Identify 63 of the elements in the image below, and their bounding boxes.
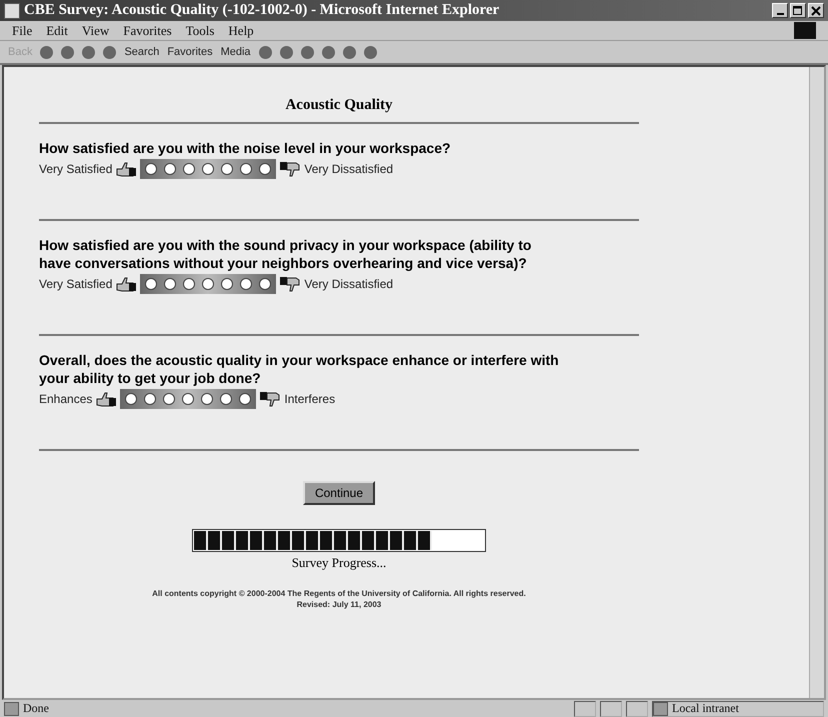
radio-button[interactable] xyxy=(220,393,232,405)
maximize-icon xyxy=(793,6,803,16)
radio-button[interactable] xyxy=(145,278,158,290)
radio-button[interactable] xyxy=(145,163,158,175)
toolbar-button[interactable]: Search xyxy=(124,46,160,58)
question-text: How satisfied are you with the noise level in your workspace? xyxy=(39,139,452,157)
radio-button[interactable] xyxy=(240,163,252,175)
radio-button[interactable] xyxy=(183,278,196,290)
window-title: CBE Survey: Acoustic Quality (-102-1002-0) - Microsoft Internet Explorer xyxy=(24,2,500,19)
radio-button[interactable] xyxy=(221,163,234,175)
radio-button[interactable] xyxy=(259,278,272,290)
page-heading: Acoustic Quality xyxy=(284,97,394,114)
status-panel xyxy=(574,700,596,716)
radio-button[interactable] xyxy=(163,393,176,405)
menu-item[interactable]: Help xyxy=(228,22,254,38)
scale-label: Very Dissatisfied xyxy=(304,162,394,176)
radio-button[interactable] xyxy=(202,278,214,290)
close-button[interactable] xyxy=(808,3,824,18)
status-panel xyxy=(626,700,648,716)
radio-button[interactable] xyxy=(239,393,252,405)
menu-item[interactable]: View xyxy=(82,22,110,38)
radio-button[interactable] xyxy=(164,163,176,175)
zone-text: Local intranet xyxy=(672,701,739,716)
minimize-button[interactable] xyxy=(772,3,788,18)
toolbar-button[interactable]: Media xyxy=(220,46,251,58)
menu-item[interactable]: Edit xyxy=(46,22,68,38)
scale-label: Interferes xyxy=(284,392,336,406)
radio-button[interactable] xyxy=(125,393,138,405)
scale-label: Very Satisfied xyxy=(39,162,112,176)
thumbs-up-icon xyxy=(115,161,138,177)
footer-text: All contents copyright © 2000-2004 The Regents of the University of California. All rights reserved. xyxy=(152,589,526,598)
thumbs-down-icon xyxy=(279,276,302,292)
scrollbar[interactable] xyxy=(809,67,824,698)
radio-button[interactable] xyxy=(182,393,194,405)
radio-button[interactable] xyxy=(259,163,272,175)
menu-item[interactable]: Tools xyxy=(186,22,214,38)
radio-button[interactable] xyxy=(202,163,214,175)
thumbs-up-icon xyxy=(115,276,138,292)
radio-button[interactable] xyxy=(240,278,252,290)
minimize-icon xyxy=(776,12,784,14)
toolbar-button[interactable]: Favorites xyxy=(167,46,213,58)
radio-button[interactable] xyxy=(144,393,156,405)
menu-item[interactable]: File xyxy=(12,22,32,38)
radio-button[interactable] xyxy=(201,393,214,405)
question-text: Overall, does the acoustic quality in your workspace enhance or interfere with your ability to get your job done? xyxy=(39,351,560,387)
status-text: Done xyxy=(23,701,50,716)
scale-label: Very Dissatisfied xyxy=(304,277,394,291)
thumbs-up-icon xyxy=(95,391,118,407)
radio-button[interactable] xyxy=(221,278,234,290)
radio-button[interactable] xyxy=(164,278,176,290)
close-icon xyxy=(811,6,821,16)
thumbs-down-icon xyxy=(259,391,282,407)
scale-label: Very Satisfied xyxy=(39,277,112,291)
footer-text: Revised: July 11, 2003 xyxy=(296,600,382,609)
thumbs-down-icon xyxy=(279,161,302,177)
continue-button[interactable]: Continue xyxy=(302,481,376,505)
status-panel xyxy=(600,700,622,716)
maximize-button[interactable] xyxy=(790,3,806,18)
radio-button[interactable] xyxy=(183,163,196,175)
menu-item[interactable]: Favorites xyxy=(123,22,172,38)
question-text: How satisfied are you with the sound privacy in your workspace (ability to have conversations without your neighbors overhearing and vice versa)? xyxy=(39,236,532,272)
scale-label: Enhances xyxy=(39,392,92,406)
progress-label: Survey Progress... xyxy=(292,555,386,571)
